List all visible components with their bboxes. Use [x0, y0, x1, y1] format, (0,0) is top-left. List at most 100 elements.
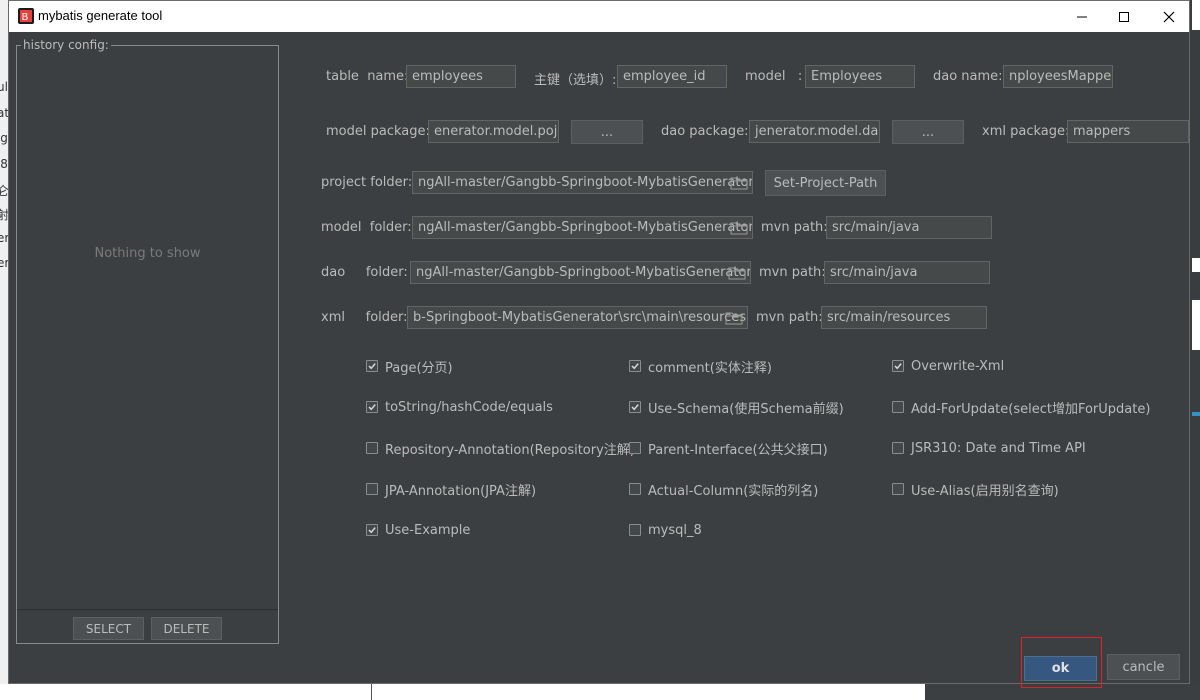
- model-name-input[interactable]: Employees: [805, 65, 915, 88]
- option-checkbox[interactable]: JSR310: Date and Time API: [892, 439, 1086, 457]
- option-checkbox[interactable]: Use-Schema(使用Schema前缀): [629, 398, 844, 417]
- model-folder-input[interactable]: ngAll-master/Gangbb-Springboot-MybatisGe…: [412, 216, 753, 239]
- option-checkbox[interactable]: Actual-Column(实际的列名): [629, 480, 819, 499]
- xml-mvn-path-label: mvn path:: [756, 310, 823, 325]
- app-icon: B: [18, 8, 34, 24]
- xml-folder-value: b-Springboot-MybatisGenerator\src\main\r…: [413, 310, 747, 325]
- dao-name-input[interactable]: nployeesMapper: [1003, 65, 1113, 88]
- select-button[interactable]: SELECT: [73, 617, 144, 640]
- checkbox-checked-icon[interactable]: [366, 360, 378, 372]
- set-project-path-button[interactable]: Set-Project-Path: [765, 170, 886, 196]
- option-checkbox[interactable]: Overwrite-Xml: [892, 357, 1004, 375]
- maximize-button[interactable]: [1101, 1, 1147, 32]
- option-label: JSR310: Date and Time API: [911, 440, 1086, 456]
- project-folder-label: project folder:: [321, 175, 413, 190]
- checkbox-unchecked-icon[interactable]: [629, 524, 641, 536]
- option-label: Repository-Annotation(Repository注解): [385, 442, 635, 458]
- option-checkbox[interactable]: Use-Alias(启用别名查询): [892, 480, 1059, 499]
- xml-folder-input[interactable]: b-Springboot-MybatisGenerator\src\main\r…: [407, 306, 748, 329]
- option-checkbox[interactable]: Add-ForUpdate(select增加ForUpdate): [892, 398, 1151, 417]
- project-folder-value: ngAll-master/Gangbb-Springboot-MybatisGe…: [418, 175, 753, 190]
- model-package-input[interactable]: enerator.model.pojo: [428, 120, 559, 143]
- dao-package-browse-button[interactable]: ...: [892, 120, 964, 144]
- checkbox-checked-icon[interactable]: [366, 524, 378, 536]
- model-package-browse-button[interactable]: ...: [571, 120, 643, 144]
- xml-package-label: xml package:: [982, 124, 1070, 139]
- option-label: Actual-Column(实际的列名): [648, 483, 819, 499]
- option-label: JPA-Annotation(JPA注解): [385, 483, 537, 499]
- model-label: model :: [745, 69, 803, 84]
- close-button[interactable]: [1146, 1, 1192, 32]
- option-label: toString/hashCode/equals: [385, 399, 553, 415]
- option-label: Page(分页): [385, 360, 453, 376]
- option-label: Use-Example: [385, 522, 471, 538]
- folder-icon[interactable]: [725, 311, 743, 325]
- checkbox-unchecked-icon[interactable]: [892, 442, 904, 454]
- option-checkbox[interactable]: comment(实体注释): [629, 357, 772, 376]
- dao-folder-input[interactable]: ngAll-master/Gangbb-Springboot-MybatisGe…: [410, 261, 751, 284]
- dao-package-input[interactable]: jenerator.model.dao: [749, 120, 880, 143]
- background-taskbar-area: [0, 684, 1200, 700]
- option-checkbox[interactable]: mysql_8: [629, 521, 702, 539]
- model-folder-label: model folder:: [321, 220, 412, 235]
- checkbox-checked-icon[interactable]: [366, 401, 378, 413]
- folder-icon[interactable]: [730, 176, 748, 190]
- dao-mvn-path-label: mvn path:: [759, 265, 826, 280]
- option-label: Parent-Interface(公共父接口): [648, 442, 828, 458]
- option-checkbox[interactable]: Page(分页): [366, 357, 453, 376]
- model-mvn-path-input[interactable]: src/main/java: [826, 216, 992, 239]
- table-name-label: table name:: [326, 69, 409, 84]
- option-checkbox[interactable]: JPA-Annotation(JPA注解): [366, 480, 537, 499]
- checkbox-unchecked-icon[interactable]: [366, 442, 378, 454]
- option-checkbox[interactable]: Parent-Interface(公共父接口): [629, 439, 828, 458]
- option-label: comment(实体注释): [648, 360, 772, 376]
- xml-folder-label: xml folder:: [321, 310, 408, 325]
- dao-folder-label: dao folder:: [321, 265, 408, 280]
- empty-message: Nothing to show: [94, 246, 201, 261]
- folder-icon[interactable]: [730, 221, 748, 235]
- delete-button[interactable]: DELETE: [151, 617, 222, 640]
- option-label: Add-ForUpdate(select增加ForUpdate): [911, 401, 1151, 417]
- folder-icon[interactable]: [728, 266, 746, 280]
- checkbox-unchecked-icon[interactable]: [366, 483, 378, 495]
- project-folder-input[interactable]: ngAll-master/Gangbb-Springboot-MybatisGe…: [412, 171, 753, 194]
- option-label: Use-Schema(使用Schema前缀): [648, 401, 844, 417]
- option-label: Use-Alias(启用别名查询): [911, 483, 1059, 499]
- checkbox-unchecked-icon[interactable]: [892, 401, 904, 413]
- history-legend: history config:: [21, 38, 111, 52]
- minimize-button[interactable]: [1059, 1, 1105, 32]
- title-bar: B mybatis generate tool: [9, 1, 1189, 32]
- checkbox-checked-icon[interactable]: [892, 360, 904, 372]
- checkbox-unchecked-icon[interactable]: [892, 483, 904, 495]
- window-title: mybatis generate tool: [38, 8, 163, 23]
- ok-button[interactable]: ok: [1024, 656, 1097, 681]
- background-window-right: [1190, 0, 1200, 700]
- close-icon: [1163, 11, 1175, 22]
- maximize-icon: [1119, 11, 1129, 22]
- generator-dialog: B mybatis generate tool history config: …: [8, 0, 1190, 688]
- cancel-button[interactable]: cancle: [1107, 654, 1180, 680]
- xml-mvn-path-input[interactable]: src/main/resources: [821, 306, 987, 329]
- checkbox-checked-icon[interactable]: [629, 360, 641, 372]
- background-window-left: ulat'g '8仑射 erer: [0, 0, 8, 700]
- table-name-input[interactable]: employees: [406, 65, 516, 88]
- option-checkbox[interactable]: Repository-Annotation(Repository注解): [366, 439, 635, 458]
- option-checkbox[interactable]: Use-Example: [366, 521, 470, 539]
- primary-key-label: 主键（选填）:: [534, 73, 617, 88]
- checkbox-unchecked-icon[interactable]: [629, 483, 641, 495]
- checkbox-checked-icon[interactable]: [629, 401, 641, 413]
- history-list[interactable]: Nothing to show: [17, 56, 278, 610]
- dao-mvn-path-input[interactable]: src/main/java: [824, 261, 990, 284]
- option-checkbox[interactable]: toString/hashCode/equals: [366, 398, 553, 416]
- history-config-panel: history config: Nothing to show SELECT D…: [16, 38, 279, 644]
- dao-package-label: dao package:: [661, 124, 749, 139]
- model-mvn-path-label: mvn path:: [761, 220, 828, 235]
- dao-folder-value: ngAll-master/Gangbb-Springboot-MybatisGe…: [416, 265, 751, 280]
- dialog-content: history config: Nothing to show SELECT D…: [9, 32, 1189, 688]
- model-package-label: model package:: [326, 124, 430, 139]
- checkbox-unchecked-icon[interactable]: [629, 442, 641, 454]
- xml-package-input[interactable]: mappers: [1067, 120, 1189, 143]
- primary-key-input[interactable]: employee_id: [617, 65, 727, 88]
- minimize-icon: [1077, 16, 1087, 17]
- dao-name-label: dao name:: [933, 69, 1003, 84]
